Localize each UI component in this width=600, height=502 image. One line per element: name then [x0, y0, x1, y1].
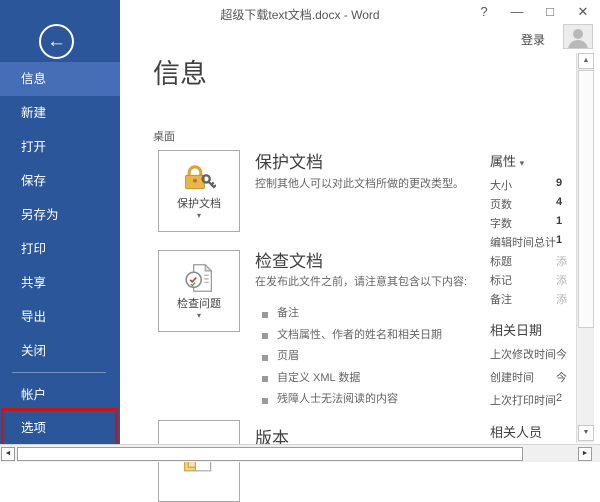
sidebar-item-info[interactable]: 信息	[0, 62, 120, 96]
bullet-square-icon	[262, 376, 268, 383]
dropdown-caret-icon: ▾	[519, 158, 525, 168]
prop-value-tags[interactable]: 添	[556, 272, 575, 288]
date-value-modified: 今	[556, 349, 567, 361]
date-label-printed: 上次打印时间	[490, 395, 556, 407]
prop-label-editing-time: 编辑时间总计	[490, 237, 556, 249]
list-item: 残障人士无法阅读的内容	[262, 390, 482, 412]
prop-label-pages: 页数	[490, 199, 512, 211]
list-item: 页眉	[262, 347, 482, 369]
bullet-square-icon	[262, 397, 268, 404]
properties-dropdown[interactable]: 属性 ▾	[490, 151, 524, 170]
vertical-scrollbar[interactable]: ▲ ▼	[576, 53, 594, 443]
prop-label-words: 字数	[490, 218, 512, 230]
maximize-button[interactable]: □	[543, 4, 557, 20]
sidebar-item-new[interactable]: 新建	[0, 96, 120, 130]
inspect-document-icon	[185, 263, 213, 292]
bullet-square-icon	[262, 333, 268, 340]
protect-description: 控制其他人可以对此文档所做的更改类型。	[255, 178, 464, 190]
prop-value-comments[interactable]: 添	[556, 291, 575, 307]
inspect-heading: 检查文档	[255, 252, 323, 271]
list-item: 备注	[262, 304, 482, 326]
protect-document-button[interactable]: 保护文档 ▾	[158, 150, 240, 232]
window-controls: ? — □ ✕	[477, 4, 590, 20]
scroll-right-arrow-icon[interactable]: ►	[578, 447, 592, 461]
sign-in-link[interactable]: 登录	[521, 31, 545, 48]
date-value-printed: 2	[556, 392, 563, 404]
minimize-button[interactable]: —	[510, 4, 524, 20]
prop-value-pages: 4	[556, 196, 563, 208]
sidebar-item-open[interactable]: 打开	[0, 130, 120, 164]
sidebar-item-share[interactable]: 共享	[0, 266, 120, 300]
horizontal-scrollbar-thumb[interactable]	[17, 447, 523, 461]
scroll-down-arrow-icon[interactable]: ▼	[578, 425, 594, 441]
sidebar-item-close[interactable]: 关闭	[0, 334, 120, 368]
sidebar-item-export[interactable]: 导出	[0, 300, 120, 334]
prop-value-title[interactable]: 添	[556, 253, 575, 269]
protect-heading: 保护文档	[255, 153, 323, 172]
inspect-bullet-list: 备注 文档属性、作者的姓名和相关日期 页眉 自定义 XML 数据 残障人士无法阅…	[262, 304, 482, 412]
sidebar-item-options[interactable]: 选项	[0, 411, 120, 445]
protect-button-label: 保护文档	[177, 198, 221, 210]
lock-key-icon	[185, 165, 216, 190]
bullet-square-icon	[262, 354, 268, 361]
date-value-created: 今	[556, 372, 567, 384]
vertical-scrollbar-thumb[interactable]	[578, 70, 594, 328]
date-label-created: 创建时间	[490, 372, 534, 384]
prop-label-comments: 备注	[490, 294, 512, 306]
help-button[interactable]: ?	[477, 4, 491, 20]
prop-label-title: 标题	[490, 256, 512, 268]
prop-label-tags: 标记	[490, 275, 512, 287]
sidebar-divider	[12, 372, 106, 373]
date-label-modified: 上次修改时间	[490, 349, 556, 361]
prop-label-size: 大小	[490, 180, 512, 192]
prop-value-size: 9	[556, 177, 563, 189]
user-avatar-icon[interactable]	[563, 24, 593, 49]
back-arrow-icon: ←	[47, 31, 66, 52]
check-for-issues-button[interactable]: 检查问题 ▾	[158, 250, 240, 332]
page-title: 信息	[153, 59, 207, 89]
related-people-heading: 相关人员	[490, 425, 543, 440]
bullet-square-icon	[262, 311, 268, 318]
sidebar-item-save[interactable]: 保存	[0, 164, 120, 198]
related-dates-heading: 相关日期	[490, 323, 543, 338]
scroll-left-arrow-icon[interactable]: ◄	[1, 447, 15, 461]
scroll-up-arrow-icon[interactable]: ▲	[578, 53, 594, 69]
close-button[interactable]: ✕	[576, 4, 590, 20]
inspect-description: 在发布此文件之前，请注意其包含以下内容:	[255, 276, 468, 288]
sidebar-item-account[interactable]: 帐户	[0, 378, 120, 412]
dropdown-caret-icon: ▾	[196, 211, 201, 220]
back-button[interactable]: ←	[39, 24, 74, 59]
sidebar-item-save-as[interactable]: 另存为	[0, 198, 120, 232]
prop-value-editing-time: 1	[556, 234, 563, 246]
prop-value-words: 1	[556, 215, 563, 227]
check-issues-button-label: 检查问题	[177, 298, 221, 310]
dropdown-caret-icon: ▾	[196, 311, 201, 320]
word-backstage-window: 超级下载text文档.docx - Word ? — □ ✕ 登录 ← 信息 新…	[0, 0, 600, 502]
backstage-sidebar: ← 信息 新建 打开 保存 另存为 打印 共享 导出 关闭 帐户 选项	[0, 0, 120, 444]
document-location: 桌面	[153, 131, 175, 143]
sidebar-item-print[interactable]: 打印	[0, 232, 120, 266]
list-item: 自定义 XML 数据	[262, 369, 482, 391]
list-item: 文档属性、作者的姓名和相关日期	[262, 326, 482, 348]
horizontal-scrollbar[interactable]: ◄ ►	[0, 444, 600, 462]
